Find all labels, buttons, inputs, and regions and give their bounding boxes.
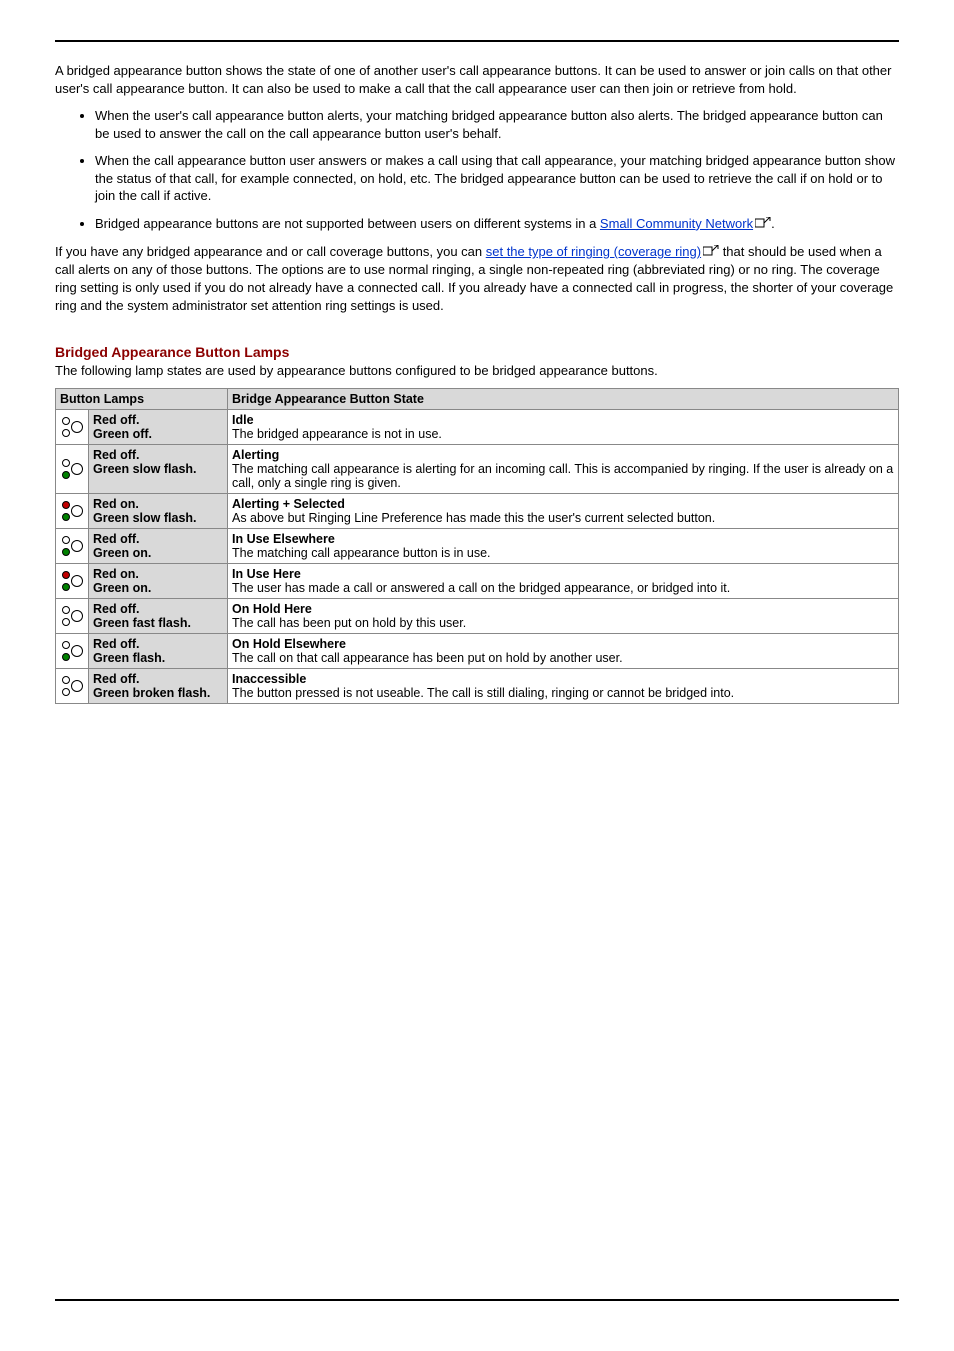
bottom-divider (55, 1299, 899, 1301)
table-row: Red off.Green broken flash.InaccessibleT… (56, 668, 899, 703)
lamp-label: Red off.Green off. (89, 409, 228, 444)
top-divider (55, 40, 899, 42)
state-title: Inaccessible (232, 672, 894, 686)
state-desc: The user has made a call or answered a c… (232, 581, 730, 595)
state-desc: The bridged appearance is not in use. (232, 427, 442, 441)
table-row: Red off.Green off.IdleThe bridged appear… (56, 409, 899, 444)
table-row: Red off.Green on.In Use ElsewhereThe mat… (56, 528, 899, 563)
table-row: Red on.Green slow flash.Alerting + Selec… (56, 493, 899, 528)
state-title: Alerting + Selected (232, 497, 894, 511)
state-desc: The button pressed is not useable. The c… (232, 686, 734, 700)
lamp-state: Alerting + SelectedAs above but Ringing … (228, 493, 899, 528)
lamp-state: In Use HereThe user has made a call or a… (228, 563, 899, 598)
lamp-icon (56, 563, 89, 598)
bullet3-prefix: Bridged appearance buttons are not suppo… (95, 216, 600, 231)
state-desc: The matching call appearance button is i… (232, 546, 491, 560)
bullet3-suffix: . (771, 216, 775, 231)
bullet-list: When the user's call appearance button a… (55, 107, 899, 233)
lamp-state: On Hold ElsewhereThe call on that call a… (228, 633, 899, 668)
lamp-icon (56, 633, 89, 668)
lamp-state: In Use ElsewhereThe matching call appear… (228, 528, 899, 563)
coverage-ring-link[interactable]: set the type of ringing (coverage ring) (486, 244, 701, 259)
para2-prefix: If you have any bridged appearance and o… (55, 244, 486, 259)
lamp-label: Red off.Green broken flash. (89, 668, 228, 703)
state-desc: The call has been put on hold by this us… (232, 616, 466, 630)
bullet-item: When the call appearance button user ans… (95, 152, 899, 205)
small-community-network-link[interactable]: Small Community Network (600, 216, 753, 231)
state-desc: The call on that call appearance has bee… (232, 651, 623, 665)
bullet-item: Bridged appearance buttons are not suppo… (95, 215, 899, 233)
lamp-icon (56, 444, 89, 493)
lamp-state: IdleThe bridged appearance is not in use… (228, 409, 899, 444)
lamp-icon (56, 528, 89, 563)
table-row: Red off.Green fast flash.On Hold HereThe… (56, 598, 899, 633)
lamp-label: Red off.Green on. (89, 528, 228, 563)
lamp-icon (56, 409, 89, 444)
state-desc: As above but Ringing Line Preference has… (232, 511, 715, 525)
state-title: Alerting (232, 448, 894, 462)
lamp-state-table: Button Lamps Bridge Appearance Button St… (55, 388, 899, 704)
table-row: Red off.Green slow flash.AlertingThe mat… (56, 444, 899, 493)
state-title: On Hold Here (232, 602, 894, 616)
lamp-icon (56, 668, 89, 703)
state-title: In Use Here (232, 567, 894, 581)
section-subtext: The following lamp states are used by ap… (55, 362, 899, 380)
popup-indicator-icon (703, 244, 719, 262)
table-header-state: Bridge Appearance Button State (228, 388, 899, 409)
lamp-state: AlertingThe matching call appearance is … (228, 444, 899, 493)
lamp-state: InaccessibleThe button pressed is not us… (228, 668, 899, 703)
lamp-label: Red on.Green slow flash. (89, 493, 228, 528)
lamp-icon (56, 598, 89, 633)
bullet-item: When the user's call appearance button a… (95, 107, 899, 142)
lamp-label: Red on.Green on. (89, 563, 228, 598)
intro-paragraph: A bridged appearance button shows the st… (55, 62, 899, 97)
table-row: Red off.Green flash.On Hold ElsewhereThe… (56, 633, 899, 668)
lamp-state: On Hold HereThe call has been put on hol… (228, 598, 899, 633)
state-title: In Use Elsewhere (232, 532, 894, 546)
lamp-label: Red off.Green fast flash. (89, 598, 228, 633)
state-desc: The matching call appearance is alerting… (232, 462, 893, 490)
coverage-paragraph: If you have any bridged appearance and o… (55, 243, 899, 314)
lamp-label: Red off.Green flash. (89, 633, 228, 668)
state-title: On Hold Elsewhere (232, 637, 894, 651)
section-heading: Bridged Appearance Button Lamps (55, 344, 899, 360)
state-title: Idle (232, 413, 894, 427)
lamp-icon (56, 493, 89, 528)
table-header-lamps: Button Lamps (56, 388, 228, 409)
lamp-label: Red off.Green slow flash. (89, 444, 228, 493)
table-row: Red on.Green on.In Use HereThe user has … (56, 563, 899, 598)
popup-indicator-icon (755, 216, 771, 234)
